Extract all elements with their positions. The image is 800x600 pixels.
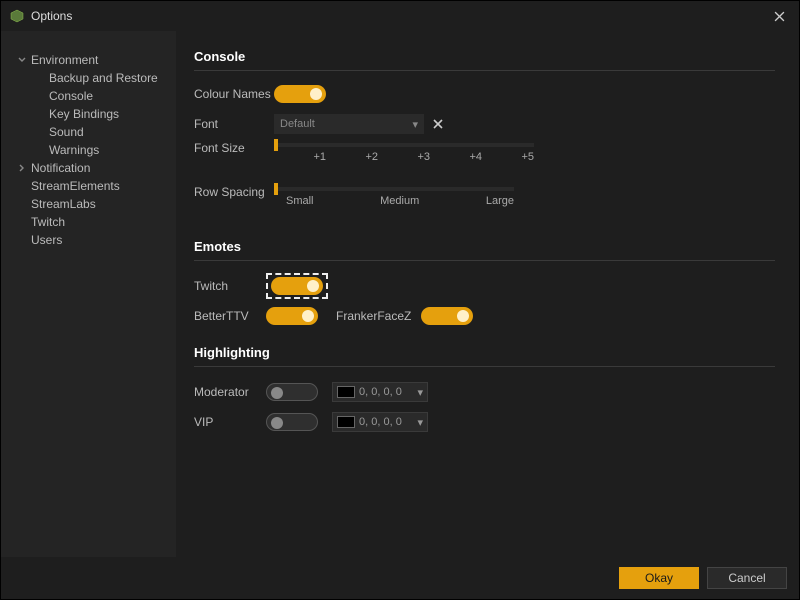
vip-color-picker[interactable]: 0, 0, 0, 0 ▾ [332, 412, 428, 432]
window-close-button[interactable] [759, 1, 799, 31]
section-title-highlighting: Highlighting [194, 345, 775, 360]
sidebar-item-sound[interactable]: Sound [1, 123, 176, 141]
cancel-button[interactable]: Cancel [707, 567, 787, 589]
font-clear-button[interactable] [428, 114, 448, 134]
moderator-label: Moderator [194, 385, 266, 399]
chevron-down-icon: ▾ [417, 416, 423, 429]
moderator-color-picker[interactable]: 0, 0, 0, 0 ▾ [332, 382, 428, 402]
section-title-emotes: Emotes [194, 239, 775, 254]
sidebar-item-label: Warnings [49, 143, 99, 157]
chevron-down-icon [17, 55, 27, 65]
ffz-emote-toggle[interactable] [421, 307, 473, 325]
vip-label: VIP [194, 415, 266, 429]
color-swatch [337, 386, 355, 398]
sidebar-item-warnings[interactable]: Warnings [1, 141, 176, 159]
sidebar-item-backup-restore[interactable]: Backup and Restore [1, 69, 176, 87]
sidebar-item-streamelements[interactable]: StreamElements [1, 177, 176, 195]
font-value: Default [280, 118, 315, 130]
sidebar-item-label: StreamElements [31, 179, 120, 193]
sidebar-tree: Environment Backup and Restore Console K… [1, 31, 176, 557]
font-size-ticks: +1 +2 +3 +4 +5 [274, 151, 534, 163]
font-combobox[interactable]: Default ▾ [274, 114, 424, 134]
color-value: 0, 0, 0, 0 [359, 386, 402, 398]
sidebar-item-label: Notification [31, 161, 90, 175]
dialog-footer: Okay Cancel [1, 557, 799, 599]
section-rule [194, 366, 775, 367]
sidebar-item-streamlabs[interactable]: StreamLabs [1, 195, 176, 213]
focus-ring [266, 273, 328, 299]
content-panel: Console Colour Names Font Default ▾ [176, 31, 799, 557]
sidebar-item-users[interactable]: Users [1, 231, 176, 249]
color-swatch [337, 416, 355, 428]
sidebar-item-label: Console [49, 89, 93, 103]
chevron-down-icon: ▾ [412, 118, 418, 131]
bttv-emote-toggle[interactable] [266, 307, 318, 325]
row-spacing-ticks: Small Medium Large [274, 195, 514, 207]
ffz-emote-label: FrankerFaceZ [336, 309, 411, 323]
titlebar: Options [1, 1, 799, 31]
row-spacing-slider[interactable] [274, 187, 514, 191]
section-rule [194, 70, 775, 71]
sidebar-item-notification[interactable]: Notification [1, 159, 176, 177]
section-rule [194, 260, 775, 261]
sidebar-item-key-bindings[interactable]: Key Bindings [1, 105, 176, 123]
sidebar-item-label: Environment [31, 53, 98, 67]
sidebar-item-label: Backup and Restore [49, 71, 158, 85]
sidebar-item-twitch[interactable]: Twitch [1, 213, 176, 231]
twitch-emote-label: Twitch [194, 279, 266, 293]
sidebar-item-environment[interactable]: Environment [1, 51, 176, 69]
moderator-toggle[interactable] [266, 383, 318, 401]
colour-names-toggle[interactable] [274, 85, 326, 103]
app-icon [9, 8, 25, 24]
options-window: Options Environment Backup and Restore C… [0, 0, 800, 600]
color-value: 0, 0, 0, 0 [359, 416, 402, 428]
ok-button[interactable]: Okay [619, 567, 699, 589]
section-title-console: Console [194, 49, 775, 64]
window-title: Options [31, 9, 72, 23]
chevron-right-icon [17, 163, 27, 173]
sidebar-item-label: Twitch [31, 215, 65, 229]
twitch-emote-toggle[interactable] [271, 277, 323, 295]
font-label: Font [194, 117, 274, 131]
vip-toggle[interactable] [266, 413, 318, 431]
sidebar-item-label: StreamLabs [31, 197, 96, 211]
sidebar-item-console[interactable]: Console [1, 87, 176, 105]
chevron-down-icon: ▾ [417, 386, 423, 399]
sidebar-item-label: Key Bindings [49, 107, 119, 121]
font-size-slider[interactable] [274, 143, 534, 147]
colour-names-label: Colour Names [194, 87, 274, 101]
font-size-label: Font Size [194, 141, 274, 155]
sidebar-item-label: Users [31, 233, 62, 247]
bttv-emote-label: BetterTTV [194, 309, 266, 323]
sidebar-item-label: Sound [49, 125, 84, 139]
row-spacing-label: Row Spacing [194, 185, 274, 199]
